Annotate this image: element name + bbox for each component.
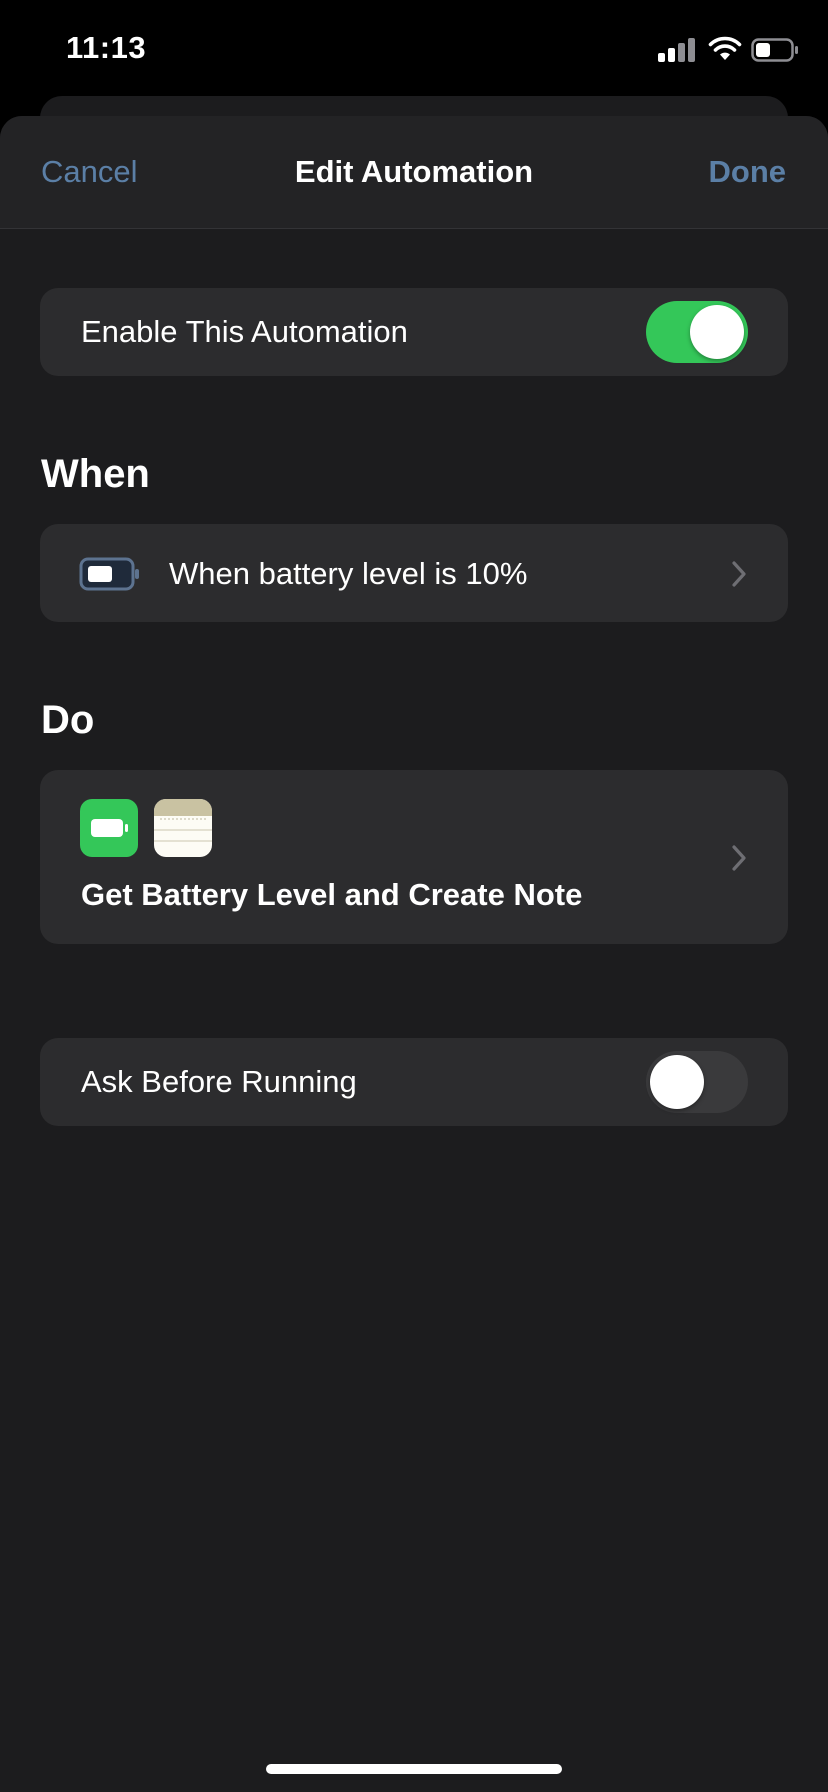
enable-automation-row: Enable This Automation xyxy=(40,288,788,376)
home-indicator xyxy=(266,1764,562,1774)
battery-icon xyxy=(79,557,139,591)
screen: 11:13 Cancel Edit Automation Done Enable… xyxy=(0,0,828,1792)
status-bar: 11:13 xyxy=(0,0,828,100)
ask-before-running-toggle[interactable] xyxy=(646,1051,748,1113)
ask-before-running-row: Ask Before Running xyxy=(40,1038,788,1126)
do-action-row[interactable]: Get Battery Level and Create Note xyxy=(40,770,788,944)
signal-icon xyxy=(658,38,698,62)
chevron-right-icon xyxy=(732,561,746,587)
done-button[interactable]: Done xyxy=(709,154,787,190)
toggle-knob xyxy=(650,1055,704,1109)
toggle-knob xyxy=(690,305,744,359)
chevron-right-icon xyxy=(732,845,746,871)
notes-app-icon xyxy=(154,799,212,857)
battery-icon xyxy=(751,38,798,62)
status-time: 11:13 xyxy=(66,30,147,65)
do-action-title: Get Battery Level and Create Note xyxy=(81,877,583,912)
ask-before-running-label: Ask Before Running xyxy=(81,1064,357,1099)
when-trigger-label: When battery level is 10% xyxy=(169,556,528,591)
when-trigger-row[interactable]: When battery level is 10% xyxy=(40,524,788,622)
do-section-header: Do xyxy=(41,698,95,742)
wifi-icon xyxy=(708,36,742,60)
enable-automation-toggle[interactable] xyxy=(646,301,748,363)
enable-automation-label: Enable This Automation xyxy=(81,314,408,349)
battery-app-icon xyxy=(80,799,138,857)
when-section-header: When xyxy=(41,452,150,496)
nav-bar: Cancel Edit Automation Done xyxy=(0,116,828,229)
page-title: Edit Automation xyxy=(294,154,534,189)
edit-automation-sheet: Cancel Edit Automation Done Enable This … xyxy=(0,116,828,1792)
